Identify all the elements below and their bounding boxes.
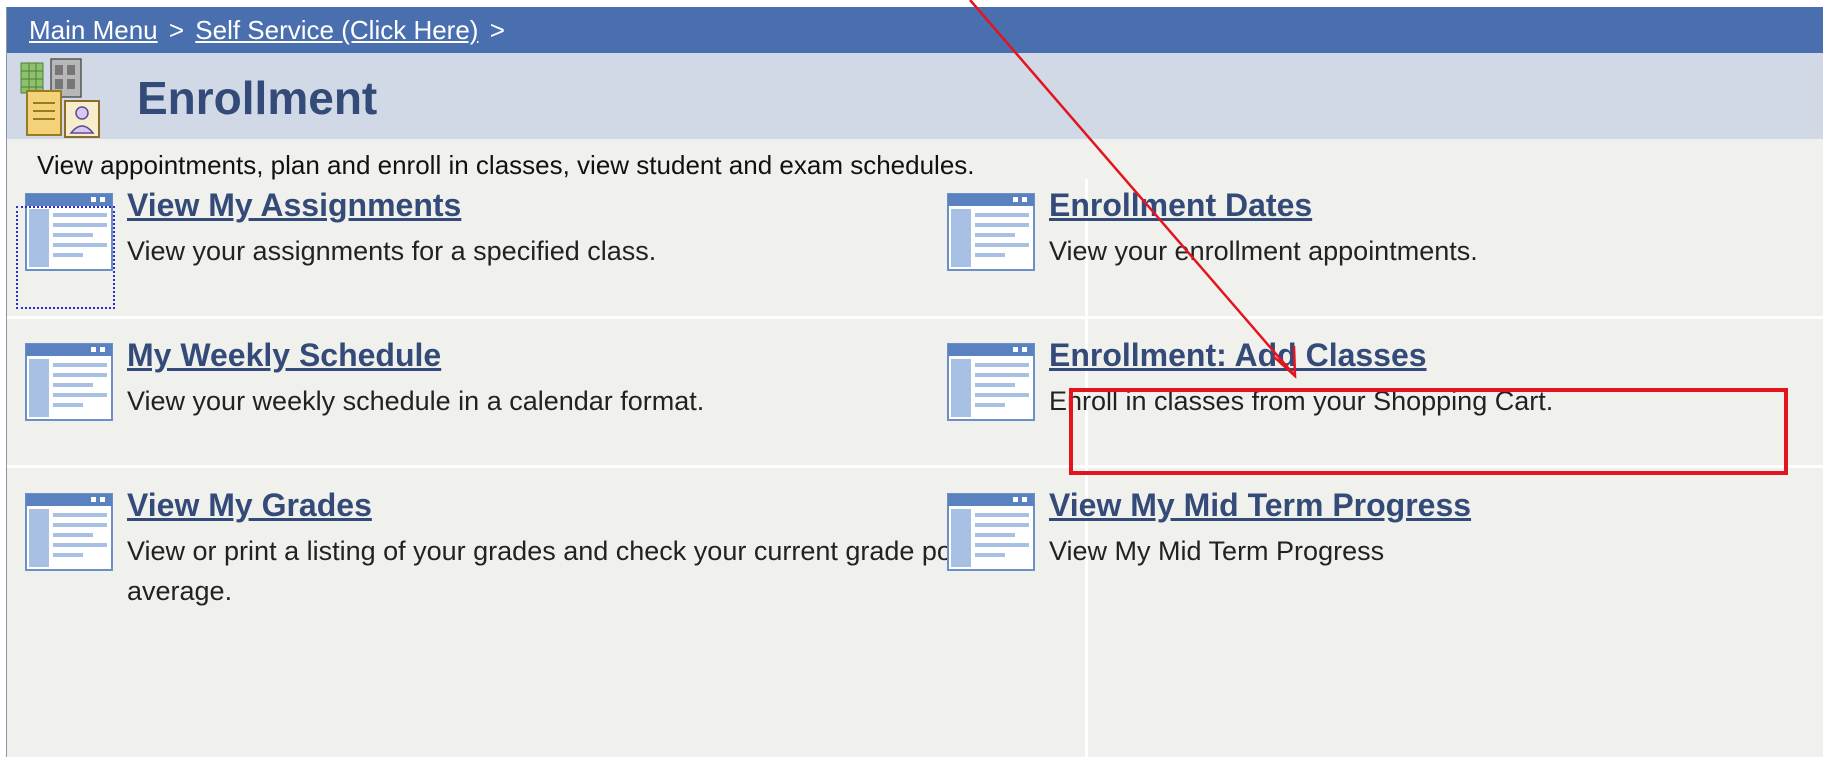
window-page-icon <box>947 343 1035 421</box>
view-my-mid-term-progress-link[interactable]: View My Mid Term Progress <box>1049 487 1471 524</box>
page-title: Enrollment <box>137 72 378 124</box>
view-my-assignments-link[interactable]: View My Assignments <box>127 187 461 224</box>
enrollment-dates-link[interactable]: Enrollment Dates <box>1049 187 1312 224</box>
page-title-bar: Enrollment <box>7 53 1823 139</box>
tile-description: View your assignments for a specified cl… <box>127 236 657 266</box>
keyboard-focus-outline <box>16 206 115 309</box>
breadcrumb-separator: > <box>489 15 505 45</box>
enrollment-page: Main Menu > Self Service (Click Here) > … <box>6 7 1823 764</box>
annotation-highlight-box <box>1069 388 1788 475</box>
breadcrumb-main-menu-link[interactable]: Main Menu <box>29 15 158 45</box>
tile-description: View your weekly schedule in a calendar … <box>127 386 705 416</box>
breadcrumb-self-service-link[interactable]: Self Service (Click Here) <box>195 15 478 45</box>
breadcrumb: Main Menu > Self Service (Click Here) > <box>7 7 1823 53</box>
tile-description: View or print a listing of your grades a… <box>127 536 981 606</box>
window-page-icon <box>25 343 113 421</box>
tile-description: View My Mid Term Progress <box>1049 536 1385 566</box>
breadcrumb-separator: > <box>168 15 185 45</box>
grid-divider <box>7 316 1823 319</box>
enrollment-folder-icon <box>20 58 100 138</box>
window-page-icon <box>947 493 1035 571</box>
enrollment-add-classes-link[interactable]: Enrollment: Add Classes <box>1049 337 1427 374</box>
window-page-icon <box>947 193 1035 271</box>
my-weekly-schedule-link[interactable]: My Weekly Schedule <box>127 337 441 374</box>
tile-description: View your enrollment appointments. <box>1049 236 1478 266</box>
window-page-icon <box>25 493 113 571</box>
page-description: View appointments, plan and enroll in cl… <box>37 150 975 180</box>
view-my-grades-link[interactable]: View My Grades <box>127 487 372 524</box>
